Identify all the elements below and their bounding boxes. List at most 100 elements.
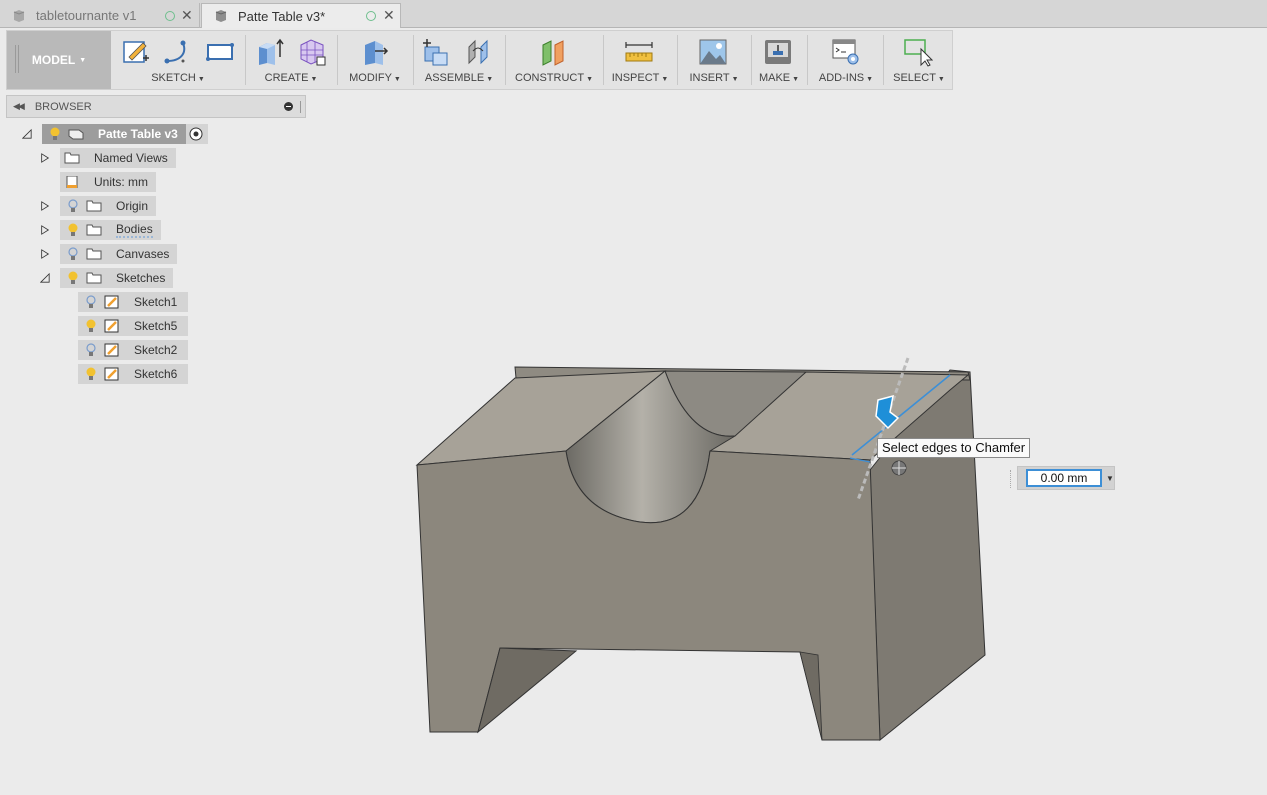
toolbar-divider	[245, 35, 246, 85]
chevron-down-icon[interactable]: ▼	[1106, 474, 1114, 483]
visibility-bulb-off-icon[interactable]	[68, 247, 78, 261]
expanded-triangle-icon[interactable]	[22, 128, 32, 140]
tab-patte-table[interactable]: Patte Table v3* ✕	[201, 3, 401, 28]
toolbar-divider	[807, 35, 808, 85]
sync-status-icon	[366, 11, 376, 21]
browser-item-sketch5[interactable]: Sketch5	[78, 316, 188, 336]
panel-grip[interactable]	[300, 101, 303, 113]
activate-radio-icon[interactable]	[185, 124, 208, 144]
select-menu-label[interactable]: SELECT ▼	[887, 72, 951, 84]
select-window-icon[interactable]	[903, 37, 933, 67]
add-ins-group[interactable]: ADD-INS ▼	[811, 31, 881, 89]
root-label: Patte Table v3	[98, 127, 178, 141]
browser-item-origin[interactable]: Origin	[40, 196, 157, 216]
close-tab-icon[interactable]: ✕	[181, 8, 193, 22]
folder-icon	[86, 248, 102, 260]
create-sketch-icon[interactable]	[121, 37, 151, 67]
close-tab-icon[interactable]: ✕	[383, 8, 395, 22]
browser-item-units[interactable]: Units: mm	[60, 172, 156, 192]
browser-item-sketch2[interactable]: Sketch2	[78, 340, 188, 360]
visibility-bulb-off-icon[interactable]	[86, 343, 96, 357]
browser-root-node[interactable]: Patte Table v3	[22, 124, 208, 144]
measure-icon[interactable]	[624, 37, 654, 67]
arc-icon[interactable]	[163, 37, 193, 67]
chevron-down-icon: ▼	[197, 76, 205, 83]
chevron-down-icon: ▼	[792, 76, 800, 83]
collapsed-triangle-icon[interactable]	[40, 200, 50, 212]
insert-menu-label[interactable]: INSERT ▼	[681, 72, 747, 84]
sketch-menu-label[interactable]: SKETCH ▼	[115, 72, 241, 84]
create-form-icon[interactable]	[297, 37, 327, 67]
construct-menu-label[interactable]: CONSTRUCT ▼	[509, 72, 599, 84]
browser-panel-header: ◀◀ BROWSER	[6, 95, 306, 118]
chamfer-distance-input[interactable]	[1026, 469, 1102, 487]
create-group[interactable]: CREATE ▼	[249, 31, 333, 89]
chevron-down-icon: ▼	[866, 76, 874, 83]
document-icon	[13, 9, 25, 22]
offset-plane-icon[interactable]	[539, 37, 569, 67]
workspace-switcher[interactable]: MODEL ▼	[7, 31, 111, 89]
folder-icon	[86, 272, 102, 284]
extrude-icon[interactable]	[255, 37, 285, 67]
drag-handle[interactable]	[1010, 470, 1013, 488]
3d-viewport	[0, 90, 1267, 795]
construct-group[interactable]: CONSTRUCT ▼	[509, 31, 599, 89]
visibility-bulb-icon[interactable]	[68, 223, 78, 237]
visibility-bulb-icon[interactable]	[68, 271, 78, 285]
press-pull-icon[interactable]	[359, 37, 389, 67]
modify-group[interactable]: MODIFY ▼	[341, 31, 409, 89]
visibility-bulb-icon[interactable]	[50, 127, 60, 141]
collapsed-triangle-icon[interactable]	[40, 248, 50, 260]
joint-icon[interactable]	[463, 37, 493, 67]
collapsed-triangle-icon[interactable]	[40, 224, 50, 236]
new-component-icon[interactable]	[421, 37, 451, 67]
folder-icon	[86, 200, 102, 212]
create-menu-label[interactable]: CREATE ▼	[249, 72, 333, 84]
insert-image-icon[interactable]	[698, 37, 728, 67]
toolbar-divider	[883, 35, 884, 85]
add-ins-menu-label[interactable]: ADD-INS ▼	[811, 72, 881, 84]
visibility-bulb-icon[interactable]	[86, 367, 96, 381]
3d-print-icon[interactable]	[763, 37, 793, 67]
visibility-bulb-off-icon[interactable]	[68, 199, 78, 213]
model-canvas[interactable]	[0, 90, 1267, 795]
folder-icon	[86, 224, 102, 236]
rectangle-icon[interactable]	[205, 37, 235, 67]
make-group[interactable]: MAKE ▼	[755, 31, 803, 89]
visibility-bulb-off-icon[interactable]	[86, 295, 96, 309]
browser-item-sketches[interactable]: Sketches	[40, 268, 174, 288]
chamfer-tooltip: Select edges to Chamfer	[877, 438, 1031, 458]
minimize-browser-icon[interactable]	[284, 102, 293, 111]
browser-item-bodies[interactable]: Bodies	[40, 220, 161, 240]
expanded-triangle-icon[interactable]	[40, 272, 50, 284]
component-icon	[68, 129, 84, 140]
chevron-down-icon: ▼	[486, 76, 494, 83]
chevron-down-icon: ▼	[310, 76, 318, 83]
collapse-browser-icon[interactable]: ◀◀	[13, 101, 25, 112]
toolbar-divider	[505, 35, 506, 85]
chevron-down-icon: ▼	[937, 76, 945, 83]
visibility-bulb-icon[interactable]	[86, 319, 96, 333]
scripts-addins-icon[interactable]	[831, 37, 861, 67]
inspect-menu-label[interactable]: INSPECT ▼	[607, 72, 673, 84]
inspect-group[interactable]: INSPECT ▼	[607, 31, 673, 89]
assemble-group[interactable]: ASSEMBLE ▼	[417, 31, 501, 89]
assemble-menu-label[interactable]: ASSEMBLE ▼	[417, 72, 501, 84]
sketch-group[interactable]: SKETCH ▼	[115, 31, 241, 89]
chevron-down-icon: ▼	[586, 76, 593, 83]
modify-menu-label[interactable]: MODIFY ▼	[341, 72, 409, 84]
browser-item-named-views[interactable]: Named Views	[40, 148, 176, 168]
sketch-icon	[104, 367, 119, 381]
toolbar-divider	[413, 35, 414, 85]
insert-group[interactable]: INSERT ▼	[681, 31, 747, 89]
sketch-icon	[104, 295, 119, 309]
tab-tabletournante[interactable]: tabletournante v1 ✕	[0, 3, 200, 28]
make-menu-label[interactable]: MAKE ▼	[755, 72, 803, 84]
browser-item-canvases[interactable]: Canvases	[40, 244, 178, 264]
select-group[interactable]: SELECT ▼	[887, 31, 951, 89]
browser-item-sketch6[interactable]: Sketch6	[78, 364, 188, 384]
chevron-down-icon: ▼	[393, 76, 401, 83]
browser-item-sketch1[interactable]: Sketch1	[78, 292, 188, 312]
main-toolbar: MODEL ▼ SKETCH ▼ CREATE ▼ MODIFY ▼ ASSEMBLE…	[6, 30, 953, 90]
collapsed-triangle-icon[interactable]	[40, 152, 50, 164]
